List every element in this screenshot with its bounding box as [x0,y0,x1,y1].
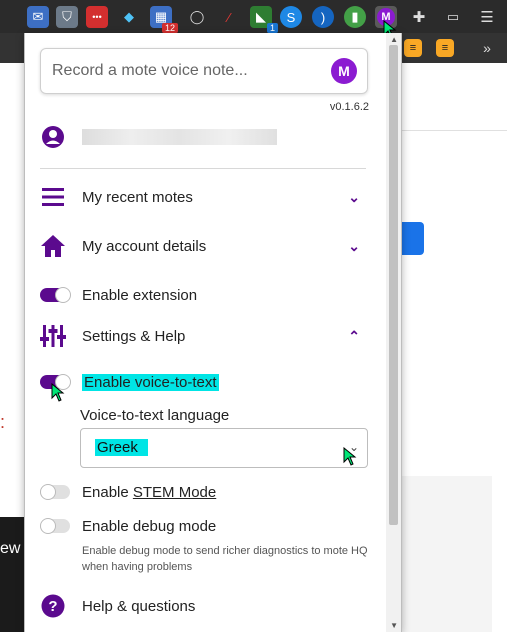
language-label: Voice-to-text language [80,407,230,424]
line-extension-icon[interactable]: ⁄ [218,6,240,28]
recent-motes-row[interactable]: My recent motes ⌄ [40,183,366,211]
diamond-extension-icon[interactable]: ◆ [118,6,140,28]
settings-help-row[interactable]: Settings & Help ⌃ [40,322,366,350]
scroll-thumb[interactable] [389,45,398,525]
chevron-up-icon[interactable]: ⌃ [348,328,360,345]
account-details-label: My account details [82,237,207,255]
help-icon: ? [40,593,66,619]
settings-help-label: Settings & Help [82,327,186,345]
list-icon [40,184,66,210]
mote-popup: M v0.1.6.2 My recent motes ⌄ My account … [24,33,402,632]
toggle-knob [55,287,71,303]
outlook-extension-icon[interactable]: ✉ [27,6,49,28]
voice-to-text-row[interactable]: Enable voice-to-text [40,372,366,392]
lightbulb-extension-icon[interactable]: ◯ [186,6,208,28]
extension-badge: 12 [161,23,178,33]
bookmark-icon[interactable]: ≡ [404,39,422,57]
chevron-down-icon[interactable]: ⌄ [348,189,360,206]
enable-extension-row[interactable]: Enable extension [40,285,366,305]
debug-mode-description: Enable debug mode to send richer diagnos… [82,545,368,573]
home-icon [40,233,66,259]
stem-mode-link[interactable]: STEM Mode [133,484,216,501]
shield-extension-icon[interactable]: ⛉ [56,6,78,28]
user-name-redacted [82,129,277,145]
stem-mode-row[interactable]: Enable STEM Mode [40,482,366,502]
language-select[interactable]: Greek ⌄ [80,428,368,468]
background-dark-block [0,517,24,632]
mote-record-icon[interactable]: M [331,58,357,84]
language-selected-value: Greek [95,439,148,456]
bookmark-icon[interactable]: ≡ [436,39,454,57]
svg-text:?: ? [48,598,57,615]
popup-scrollbar[interactable]: ▲ ▼ [386,33,401,632]
account-details-row[interactable]: My account details ⌄ [40,232,366,260]
green-extension-icon[interactable]: ▮ [344,6,366,28]
toggle-knob [40,484,56,500]
help-label: Help & questions [82,597,196,615]
toggle-knob [40,518,56,534]
recent-motes-label: My recent motes [82,188,193,206]
background-red-text: : [0,412,6,432]
debug-mode-toggle[interactable] [40,518,70,534]
mouse-cursor-icon [343,447,357,466]
user-row [40,124,366,150]
sliders-icon [40,323,66,349]
chevron-down-icon[interactable]: ⌄ [348,238,360,255]
voice-to-text-label: Enable voice-to-text [82,373,219,391]
debug-mode-row[interactable]: Enable debug mode [40,516,366,536]
menu-icon[interactable]: ☰ [476,6,498,28]
voice-note-input-box[interactable]: M [40,48,368,94]
debug-mode-label: Enable debug mode [82,517,217,535]
background-blue-button[interactable] [400,222,424,255]
separator [40,168,366,169]
audio-extension-icon[interactable]: ) [312,6,334,28]
wallet-icon[interactable]: ▭ [442,6,464,28]
shazam-extension-icon[interactable]: S [280,6,302,28]
flag-extension-icon[interactable]: ◣ 1 [250,6,278,33]
enable-extension-toggle[interactable] [40,287,71,303]
background-text: ew [0,540,21,557]
stem-mode-label: Enable STEM Mode [82,484,216,501]
mouse-cursor-icon [51,383,65,402]
background-gray-block [400,476,492,632]
stem-mode-toggle[interactable] [40,484,70,500]
help-row[interactable]: ? Help & questions [40,592,366,620]
puzzle-extensions-icon[interactable]: ✚ [408,6,430,28]
enable-extension-label: Enable extension [82,286,198,304]
extensions-toolbar: ✉ ⛉ ••• ◆ ▦ 12 ◯ ⁄ ◣ 1 S ) ▮ M ✚ ▭ ☰ [0,0,507,39]
user-avatar-icon [40,124,66,150]
scroll-up-icon[interactable]: ▲ [390,35,398,44]
version-label: v0.1.6.2 [329,101,369,113]
background-divider [400,130,507,131]
extension-badge: 1 [266,23,278,33]
stem-mode-prefix: Enable [82,483,133,501]
lastpass-extension-icon[interactable]: ••• [86,6,108,28]
scroll-down-icon[interactable]: ▼ [390,621,398,630]
grid-extension-icon[interactable]: ▦ 12 [150,6,178,33]
more-bookmarks-icon[interactable]: » [476,37,498,59]
voice-note-input[interactable] [50,61,324,81]
